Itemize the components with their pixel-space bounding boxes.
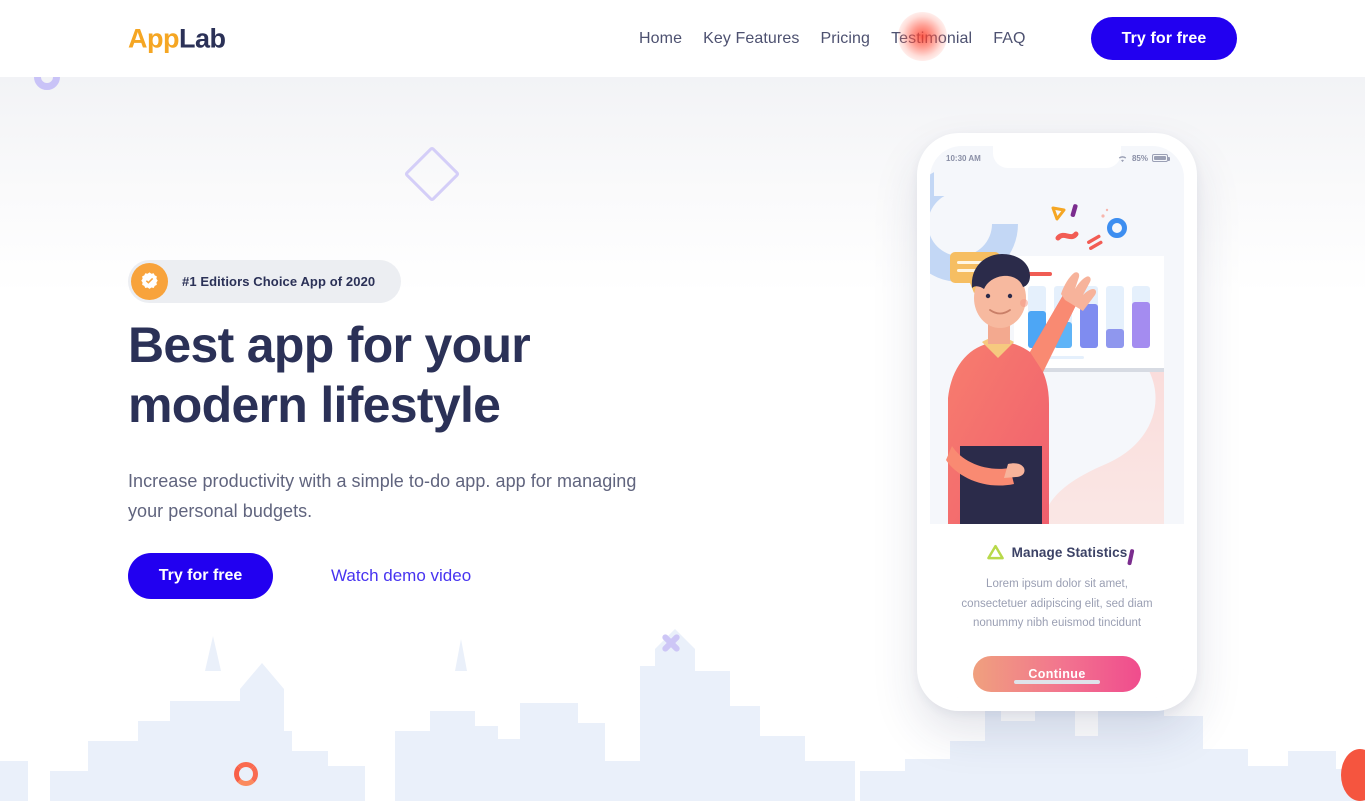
orange-ring-decoration: [234, 762, 258, 786]
nav-item-key-features[interactable]: Key Features: [703, 30, 799, 48]
page-title: Best app for your modern lifestyle: [128, 315, 688, 435]
phone-screen: 10:30 AM 85% Manage Statistics Lorem ips…: [930, 146, 1184, 698]
logo-text-lab: Lab: [178, 23, 226, 53]
awards-badge: #1 Editiors Choice App of 2020: [128, 260, 402, 303]
purple-cross-decoration: [660, 632, 682, 654]
phone-status-bar: 10:30 AM 85%: [930, 146, 1184, 170]
header-try-for-free-button[interactable]: Try for free: [1091, 17, 1237, 60]
watch-demo-video-link[interactable]: Watch demo video: [331, 566, 471, 586]
card-title-row: Manage Statistics: [952, 544, 1162, 566]
card-body-text: Lorem ipsum dolor sit amet, consectetuer…: [961, 578, 1153, 629]
wifi-icon: [1118, 155, 1127, 162]
hero-cta-row: Try for free Watch demo video: [128, 553, 471, 599]
site-header: AppLab Home Key Features Pricing Testimo…: [0, 0, 1365, 77]
battery-icon: [1152, 154, 1170, 162]
main-navigation: Home Key Features Pricing Testimonial FA…: [639, 30, 1026, 48]
nav-item-pricing[interactable]: Pricing: [820, 30, 870, 48]
phone-frame: 10:30 AM 85% Manage Statistics Lorem ips…: [917, 133, 1197, 711]
nav-item-home[interactable]: Home: [639, 30, 682, 48]
landing-page: AppLab Home Key Features Pricing Testimo…: [0, 0, 1365, 801]
hero-try-for-free-button[interactable]: Try for free: [128, 553, 273, 599]
phone-mockup: 10:30 AM 85% Manage Statistics Lorem ips…: [917, 133, 1197, 711]
awards-badge-label: #1 Editiors Choice App of 2020: [182, 274, 376, 289]
illustration-person-presenting-bar-chart: [930, 146, 1184, 524]
nav-item-testimonial[interactable]: Testimonial: [891, 30, 972, 48]
home-indicator: [1014, 680, 1100, 684]
status-time: 10:30 AM: [946, 153, 981, 163]
purple-dash-icon: [1127, 549, 1135, 566]
logo-text-app: App: [128, 23, 179, 53]
card-title: Manage Statistics: [1011, 545, 1128, 560]
headline-line-2: modern lifestyle: [128, 377, 501, 433]
battery-percent-label: 85%: [1131, 153, 1148, 163]
phone-info-card: Manage Statistics Lorem ipsum dolor sit …: [930, 524, 1184, 698]
status-indicators: 85%: [1117, 153, 1170, 163]
continue-button[interactable]: Continue: [973, 655, 1141, 692]
green-triangle-icon: [986, 544, 1004, 560]
hero-subheadline: Increase productivity with a simple to-d…: [128, 471, 637, 521]
headline-line-1: Best app for your: [128, 317, 531, 373]
nav-item-faq[interactable]: FAQ: [993, 30, 1025, 48]
brand-logo[interactable]: AppLab: [128, 23, 226, 54]
verified-badge-icon: [131, 263, 168, 300]
